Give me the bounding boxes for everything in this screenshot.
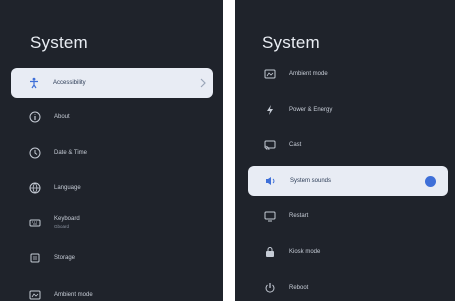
system-settings-panel-left: System Accessibility About Date & Time L… (0, 0, 223, 301)
menu-item-keyboard[interactable]: Keyboard Gboard (28, 211, 208, 235)
menu-item-accessibility[interactable]: Accessibility (11, 68, 213, 98)
menu-item-label: About (54, 113, 70, 120)
power-icon (263, 281, 277, 295)
menu-item-label: Ambient mode (289, 70, 328, 77)
accessibility-icon (27, 76, 41, 90)
menu-item-label: Date & Time (54, 149, 88, 156)
menu-item-label: Power & Energy (289, 106, 333, 113)
menu-item-language[interactable]: Language (28, 176, 208, 200)
menu-item-label: Keyboard (54, 216, 80, 222)
restart-icon (263, 209, 277, 223)
screenshot-frame: System Accessibility About Date & Time L… (0, 0, 455, 301)
menu-item-kiosk-mode[interactable]: Kiosk mode (263, 240, 443, 264)
ambient-mode-icon (28, 288, 42, 301)
lock-icon (263, 245, 277, 259)
page-title: System (30, 33, 88, 52)
ambient-mode-icon (263, 67, 277, 81)
menu-item-power-energy[interactable]: Power & Energy (263, 98, 443, 122)
menu-item-label: Restart (289, 212, 309, 219)
menu-item-label: Accessibility (53, 79, 86, 86)
menu-item-label: System sounds (290, 177, 332, 184)
power-energy-icon (263, 103, 277, 117)
clock-icon (28, 146, 42, 160)
menu-item-restart[interactable]: Restart (263, 204, 443, 228)
menu-item-label: Reboot (289, 284, 309, 291)
system-settings-panel-right: System Ambient mode Power & Energy Cast … (235, 0, 455, 301)
page-title: System (262, 33, 320, 52)
menu-item-label: Kiosk mode (289, 248, 321, 255)
system-sounds-toggle[interactable] (425, 175, 436, 187)
chevron-right-icon (200, 78, 206, 88)
keyboard-icon (28, 216, 42, 230)
info-icon (28, 110, 42, 124)
menu-item-system-sounds[interactable]: System sounds (248, 166, 448, 196)
menu-item-label: Cast (289, 141, 302, 148)
menu-item-ambient-mode[interactable]: Ambient mode (28, 283, 208, 301)
menu-item-label: Ambient mode (54, 291, 93, 298)
menu-item-ambient-mode[interactable]: Ambient mode (263, 62, 443, 86)
menu-item-about[interactable]: About (28, 105, 208, 129)
menu-item-label: Storage (54, 254, 76, 261)
menu-item-date-time[interactable]: Date & Time (28, 141, 208, 165)
menu-item-reboot[interactable]: Reboot (263, 276, 443, 300)
menu-item-cast[interactable]: Cast (263, 133, 443, 157)
menu-item-sublabel: Gboard (54, 224, 70, 229)
storage-icon (28, 251, 42, 265)
volume-icon (264, 174, 278, 188)
globe-icon (28, 181, 42, 195)
menu-item-label: Language (54, 184, 81, 191)
menu-item-storage[interactable]: Storage (28, 246, 208, 270)
cast-icon (263, 138, 277, 152)
